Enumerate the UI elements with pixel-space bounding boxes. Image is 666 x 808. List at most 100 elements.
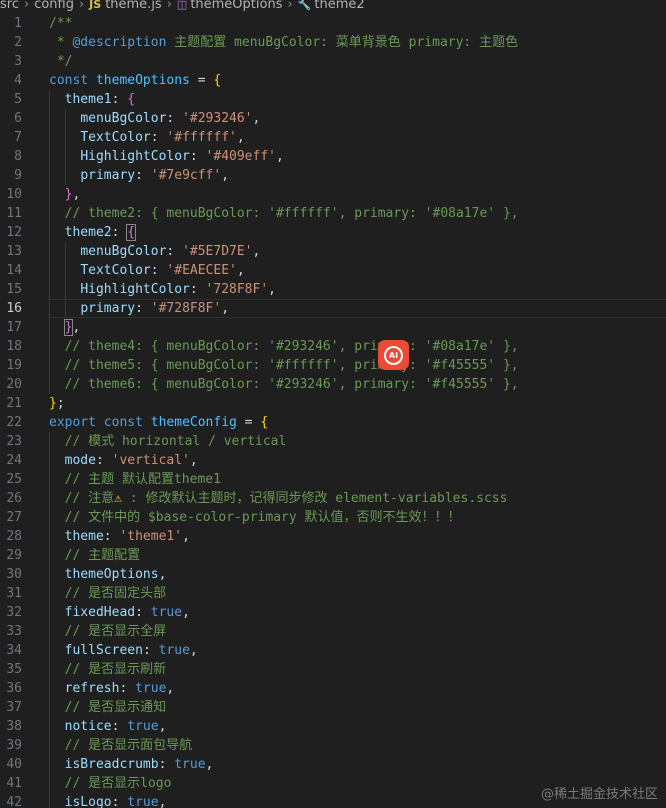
line-number[interactable]: 26: [0, 489, 22, 508]
line-number[interactable]: 39: [0, 736, 22, 755]
code-line[interactable]: 32 fixedHead: true,: [0, 603, 666, 622]
code-content[interactable]: menuBgColor: '#293246',: [49, 109, 260, 128]
code-line[interactable]: 40 isBreadcrumb: true,: [0, 755, 666, 774]
line-number[interactable]: 4: [0, 71, 22, 90]
code-line[interactable]: 19 // theme5: { menuBgColor: '#ffffff', …: [0, 356, 666, 375]
code-line[interactable]: 26 // 注意⚠ : 修改默认主题时，记得同步修改 element-varia…: [0, 489, 666, 508]
code-line[interactable]: 37 // 是否显示通知: [0, 698, 666, 717]
code-line[interactable]: 28 theme: 'theme1',: [0, 527, 666, 546]
code-line[interactable]: 17 },: [0, 318, 666, 337]
code-content[interactable]: export const themeConfig = {: [49, 413, 268, 432]
line-number[interactable]: 40: [0, 755, 22, 774]
code-line[interactable]: 34 fullScreen: true,: [0, 641, 666, 660]
code-line[interactable]: 33 // 是否显示全屏: [0, 622, 666, 641]
line-number[interactable]: 24: [0, 451, 22, 470]
code-line[interactable]: 5 theme1: {: [0, 90, 666, 109]
line-number[interactable]: 6: [0, 109, 22, 128]
code-content[interactable]: menuBgColor: '#5E7D7E',: [49, 242, 260, 261]
code-line[interactable]: 11 // theme2: { menuBgColor: '#ffffff', …: [0, 204, 666, 223]
line-number[interactable]: 15: [0, 280, 22, 299]
line-number[interactable]: 35: [0, 660, 22, 679]
code-line[interactable]: 39 // 是否显示面包导航: [0, 736, 666, 755]
line-number[interactable]: 28: [0, 527, 22, 546]
code-content[interactable]: theme: 'theme1',: [49, 527, 190, 546]
line-number[interactable]: 17: [0, 318, 22, 337]
code-line[interactable]: 10 },: [0, 185, 666, 204]
code-line[interactable]: 1 /**: [0, 14, 666, 33]
code-line[interactable]: 31 // 是否固定头部: [0, 584, 666, 603]
code-content[interactable]: isBreadcrumb: true,: [49, 755, 214, 774]
code-line[interactable]: 15 HighlightColor: '728F8F',: [0, 280, 666, 299]
code-content[interactable]: // 是否显示logo: [49, 774, 172, 793]
code-content[interactable]: // 主题配置: [49, 546, 140, 565]
line-number[interactable]: 38: [0, 717, 22, 736]
line-number[interactable]: 31: [0, 584, 22, 603]
line-number[interactable]: 30: [0, 565, 22, 584]
code-line[interactable]: 6 menuBgColor: '#293246',: [0, 109, 666, 128]
line-number[interactable]: 13: [0, 242, 22, 261]
code-content[interactable]: HighlightColor: '728F8F',: [49, 280, 276, 299]
code-content[interactable]: // theme4: { menuBgColor: '#293246', pri…: [49, 337, 519, 356]
code-line[interactable]: 38 notice: true,: [0, 717, 666, 736]
code-editor[interactable]: 1 /** 2 * @description 主题配置 menuBgColor: 菜…: [0, 12, 666, 808]
code-content[interactable]: TextColor: '#EAECEE',: [49, 261, 244, 280]
line-number[interactable]: 37: [0, 698, 22, 717]
code-line[interactable]: 4 const themeOptions = {: [0, 71, 666, 90]
code-content[interactable]: // 模式 horizontal / vertical: [49, 432, 287, 451]
line-number[interactable]: 19: [0, 356, 22, 375]
code-content[interactable]: TextColor: '#ffffff',: [49, 128, 244, 147]
code-content[interactable]: primary: '#728F8F',: [49, 299, 229, 318]
line-number[interactable]: 29: [0, 546, 22, 565]
code-line[interactable]: 25 // 主题 默认配置theme1: [0, 470, 666, 489]
line-number[interactable]: 16: [0, 299, 22, 318]
code-line[interactable]: 3 */: [0, 52, 666, 71]
code-line[interactable]: 29 // 主题配置: [0, 546, 666, 565]
line-number[interactable]: 41: [0, 774, 22, 793]
code-content[interactable]: },: [49, 185, 81, 204]
code-line[interactable]: 23 // 模式 horizontal / vertical: [0, 432, 666, 451]
code-content[interactable]: // 是否显示刷新: [49, 660, 166, 679]
line-number[interactable]: 7: [0, 128, 22, 147]
line-number[interactable]: 36: [0, 679, 22, 698]
code-content[interactable]: },: [49, 318, 80, 337]
code-line[interactable]: 7 TextColor: '#ffffff',: [0, 128, 666, 147]
breadcrumb-item-file[interactable]: theme.js: [105, 0, 162, 11]
line-number[interactable]: 2: [0, 33, 22, 52]
line-number[interactable]: 3: [0, 52, 22, 71]
line-number[interactable]: 25: [0, 470, 22, 489]
code-line[interactable]: 30 themeOptions,: [0, 565, 666, 584]
code-content[interactable]: /**: [49, 14, 72, 33]
line-number[interactable]: 18: [0, 337, 22, 356]
code-content[interactable]: // 是否显示全屏: [49, 622, 166, 641]
line-number[interactable]: 42: [0, 793, 22, 808]
code-content[interactable]: // 是否固定头部: [49, 584, 166, 603]
line-number[interactable]: 9: [0, 166, 22, 185]
code-content[interactable]: * @description 主题配置 menuBgColor: 菜单背景色 p…: [49, 33, 518, 52]
code-line[interactable]: 13 menuBgColor: '#5E7D7E',: [0, 242, 666, 261]
line-number[interactable]: 14: [0, 261, 22, 280]
code-line[interactable]: 27 // 文件中的 $base-color-primary 默认值，否则不生效…: [0, 508, 666, 527]
line-number[interactable]: 8: [0, 147, 22, 166]
code-content[interactable]: // theme6: { menuBgColor: '#293246', pri…: [49, 375, 519, 394]
line-number[interactable]: 10: [0, 185, 22, 204]
code-line[interactable]: 21};: [0, 394, 666, 413]
breadcrumb-item-src[interactable]: src: [0, 0, 19, 11]
code-content[interactable]: theme2: {: [49, 223, 137, 242]
line-number[interactable]: 20: [0, 375, 22, 394]
code-line[interactable]: 2 * @description 主题配置 menuBgColor: 菜单背景色…: [0, 33, 666, 52]
breadcrumb-item-symbol[interactable]: themeOptions: [190, 0, 282, 11]
code-content[interactable]: // 是否显示通知: [49, 698, 166, 717]
code-line[interactable]: 18 // theme4: { menuBgColor: '#293246', …: [0, 337, 666, 356]
code-content[interactable]: fixedHead: true,: [49, 603, 190, 622]
line-number[interactable]: 11: [0, 204, 22, 223]
ai-assistant-button[interactable]: AI: [378, 340, 409, 370]
code-content[interactable]: themeOptions,: [49, 565, 167, 584]
code-content[interactable]: isLogo: true,: [49, 793, 167, 808]
code-content[interactable]: mode: 'vertical',: [49, 451, 198, 470]
code-line[interactable]: 22 export const themeConfig = {: [0, 413, 666, 432]
code-line[interactable]: 16 primary: '#728F8F',: [0, 299, 666, 318]
code-content[interactable]: primary: '#7e9cff',: [49, 166, 229, 185]
code-content[interactable]: // 注意⚠ : 修改默认主题时，记得同步修改 element-variable…: [49, 489, 508, 508]
line-number[interactable]: 32: [0, 603, 22, 622]
code-line[interactable]: 12 theme2: {: [0, 223, 666, 242]
